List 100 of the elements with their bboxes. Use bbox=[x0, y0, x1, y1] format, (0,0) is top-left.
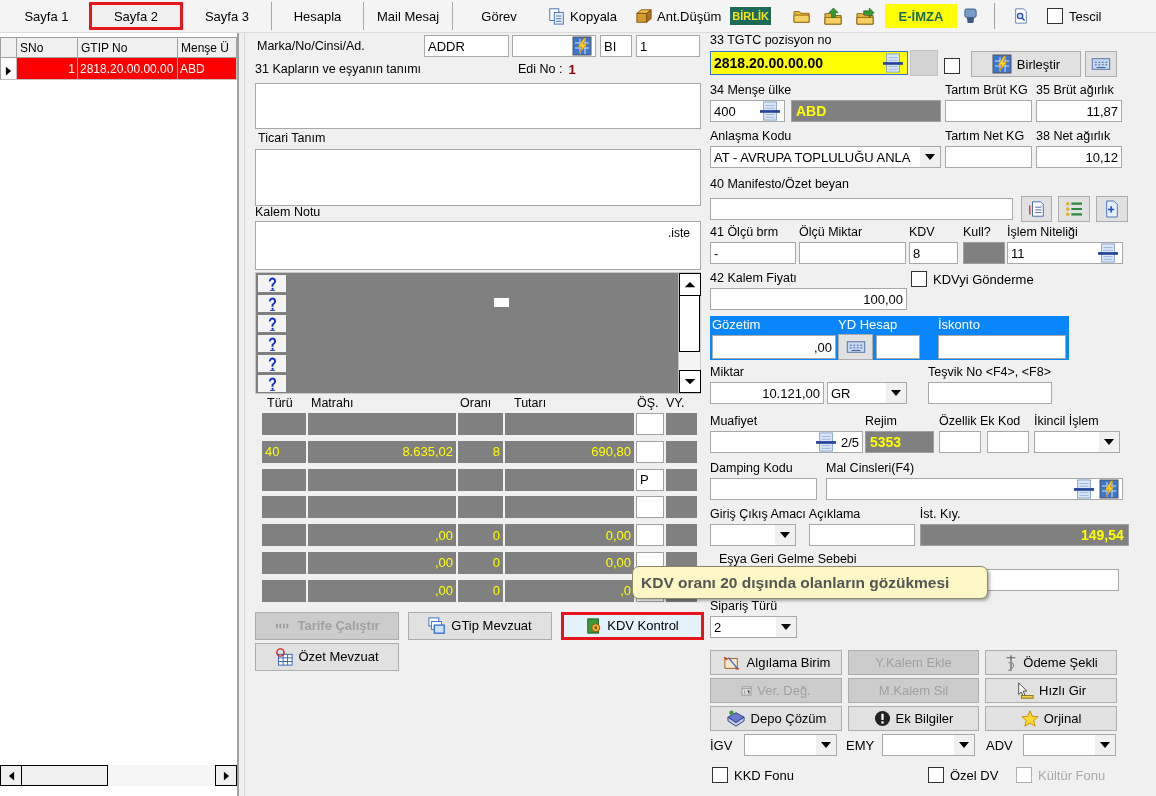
list-button[interactable] bbox=[1058, 196, 1090, 222]
dropdown[interactable] bbox=[1023, 734, 1116, 756]
copy-button[interactable]: Kopyala bbox=[545, 3, 620, 29]
input-field[interactable]: P bbox=[636, 468, 664, 491]
field-label: Ticari Tanım bbox=[257, 131, 327, 147]
action-button[interactable]: KDV Kontrol bbox=[561, 611, 704, 640]
lightning-icon[interactable] bbox=[572, 36, 592, 56]
column-header[interactable]: Menşe Ü bbox=[178, 37, 237, 58]
input-field[interactable] bbox=[799, 242, 906, 264]
column-header[interactable]: SNo bbox=[17, 37, 78, 58]
list-picker-icon[interactable] bbox=[1097, 243, 1119, 263]
action-button[interactable]: Özet Mevzuat bbox=[255, 642, 399, 671]
action-button[interactable]: Depo Çözüm bbox=[710, 706, 842, 731]
scrollbar-thumb[interactable] bbox=[679, 296, 700, 352]
input-field[interactable] bbox=[710, 198, 1013, 220]
help-button[interactable] bbox=[258, 275, 286, 292]
keyboard-button[interactable] bbox=[1085, 51, 1117, 77]
checkbox[interactable] bbox=[911, 271, 927, 287]
dropdown[interactable]: AT - AVRUPA TOPLULUĞU ANLA bbox=[710, 146, 941, 168]
help-button[interactable] bbox=[258, 335, 286, 352]
document-plus-button[interactable] bbox=[1096, 196, 1128, 222]
dropdown[interactable]: GR bbox=[827, 382, 907, 404]
merge-button[interactable]: Birleştir bbox=[971, 51, 1081, 77]
tab[interactable]: Mail Mesaj bbox=[364, 2, 453, 30]
scroll-left-button[interactable] bbox=[0, 765, 22, 786]
action-button[interactable]: Ödeme Şekli bbox=[985, 650, 1117, 675]
checkbox[interactable] bbox=[1046, 8, 1063, 24]
document-button[interactable] bbox=[1021, 196, 1052, 222]
input-field[interactable] bbox=[928, 382, 1052, 404]
dropdown[interactable] bbox=[744, 734, 837, 756]
toolbar-button[interactable]: Ant.Düşüm bbox=[632, 3, 725, 29]
tab[interactable]: Sayfa 3 bbox=[183, 2, 272, 30]
input-field[interactable]: 11 bbox=[1007, 242, 1123, 264]
text-area[interactable] bbox=[255, 83, 701, 129]
column-header[interactable]: GTIP No bbox=[78, 37, 178, 58]
scrollbar-thumb[interactable] bbox=[22, 765, 108, 786]
input-field[interactable] bbox=[808, 524, 915, 546]
list-picker-icon[interactable] bbox=[882, 53, 904, 73]
input-field[interactable] bbox=[987, 431, 1029, 453]
input-field[interactable]: - bbox=[710, 242, 796, 264]
table-row[interactable]: 1 2818.20.00.00.00 ABD bbox=[0, 58, 237, 80]
action-button[interactable]: Ek Bilgiler bbox=[848, 706, 979, 731]
input-field[interactable] bbox=[945, 100, 1032, 122]
action-button[interactable]: Algılama Birim bbox=[710, 650, 842, 675]
action-button[interactable]: Hızlı Gir bbox=[985, 678, 1117, 703]
text-area[interactable] bbox=[255, 149, 701, 206]
input-field[interactable]: 11,87 bbox=[1036, 100, 1122, 122]
lightning-icon[interactable] bbox=[1099, 479, 1119, 499]
folder-arrow-icon[interactable] bbox=[823, 6, 843, 26]
help-button[interactable] bbox=[258, 355, 286, 372]
input-field[interactable] bbox=[938, 335, 1066, 359]
tab[interactable]: Görev bbox=[453, 2, 545, 30]
input-field[interactable]: ADDR bbox=[424, 35, 509, 57]
input-field[interactable] bbox=[710, 478, 817, 500]
folder-icon[interactable] bbox=[792, 8, 811, 24]
checkbox[interactable] bbox=[928, 767, 944, 783]
keyboard-button[interactable] bbox=[838, 334, 873, 360]
input-field[interactable] bbox=[945, 146, 1032, 168]
list-picker-icon[interactable] bbox=[814, 432, 837, 452]
input-field[interactable]: 10,12 bbox=[1036, 146, 1122, 168]
tab[interactable]: Sayfa 2 bbox=[89, 2, 183, 30]
dropdown[interactable] bbox=[882, 734, 975, 756]
help-button[interactable] bbox=[258, 375, 286, 392]
action-button[interactable]: Orjinal bbox=[985, 706, 1117, 731]
folder-arrow-icon[interactable] bbox=[855, 6, 875, 26]
help-button[interactable] bbox=[258, 295, 286, 312]
input-field[interactable]: 2818.20.00.00.00 bbox=[710, 51, 908, 75]
scroll-right-button[interactable] bbox=[215, 765, 237, 786]
dropdown[interactable]: 2 bbox=[710, 616, 797, 638]
tab[interactable]: Sayfa 1 bbox=[4, 2, 89, 30]
document-search-icon[interactable] bbox=[1012, 8, 1029, 24]
text-area[interactable]: .iste bbox=[255, 221, 701, 270]
input-field[interactable] bbox=[512, 35, 596, 57]
list-picker-icon[interactable] bbox=[759, 101, 781, 121]
input-field[interactable]: 400 bbox=[710, 100, 785, 122]
checkbox[interactable] bbox=[944, 58, 960, 74]
input-field[interactable] bbox=[636, 440, 664, 463]
list-picker-icon[interactable] bbox=[1073, 479, 1095, 499]
dropdown[interactable] bbox=[1034, 431, 1120, 453]
tab[interactable]: Hesapla bbox=[272, 2, 364, 30]
input-field[interactable] bbox=[939, 431, 981, 453]
monitor-icon[interactable] bbox=[962, 7, 978, 25]
input-field[interactable] bbox=[876, 335, 920, 359]
input-field[interactable]: 10.121,00 bbox=[710, 382, 824, 404]
checkbox[interactable] bbox=[712, 767, 728, 783]
input-field[interactable]: BI bbox=[600, 35, 632, 57]
input-field[interactable] bbox=[636, 496, 664, 519]
input-field[interactable]: 1 bbox=[636, 35, 700, 57]
input-field[interactable]: 8 bbox=[909, 242, 958, 264]
scroll-up-button[interactable] bbox=[679, 273, 701, 296]
input-field[interactable] bbox=[826, 478, 1123, 500]
input-field[interactable] bbox=[636, 413, 664, 435]
scroll-down-button[interactable] bbox=[679, 370, 701, 393]
input-field[interactable]: ,00 bbox=[712, 335, 836, 359]
input-field[interactable]: 100,00 bbox=[710, 288, 907, 310]
input-field[interactable] bbox=[636, 524, 664, 547]
input-field[interactable]: 2/5 bbox=[710, 431, 863, 453]
help-button[interactable] bbox=[258, 315, 286, 332]
action-button[interactable]: GTip Mevzuat bbox=[408, 611, 552, 640]
dropdown[interactable] bbox=[710, 524, 796, 546]
